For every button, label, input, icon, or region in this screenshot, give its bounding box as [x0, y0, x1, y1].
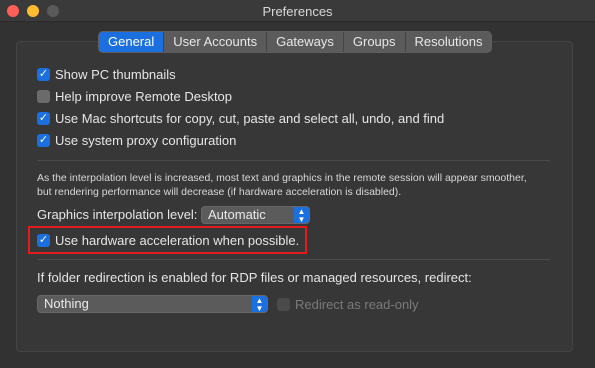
- system-proxy-checkbox[interactable]: ✓: [37, 133, 50, 147]
- chevron-updown-icon: ▲ ▼: [252, 296, 267, 313]
- system-proxy-option[interactable]: ✓ Use system proxy configuration: [37, 131, 236, 149]
- show-thumbnails-option[interactable]: ✓ Show PC thumbnails: [37, 65, 176, 83]
- system-proxy-label: Use system proxy configuration: [55, 132, 237, 148]
- highlight-box: [28, 226, 307, 254]
- folder-redirection-select[interactable]: Nothing ▲ ▼: [37, 295, 268, 313]
- tab-resolutions[interactable]: Resolutions: [406, 32, 492, 52]
- show-thumbnails-checkbox[interactable]: ✓: [37, 67, 50, 81]
- interpolation-row: Graphics interpolation level:: [37, 205, 197, 223]
- read-only-option[interactable]: Redirect as read-only: [277, 295, 419, 313]
- chevron-updown-icon: ▲ ▼: [294, 207, 309, 224]
- interpolation-info-text: As the interpolation level is increased,…: [37, 171, 567, 199]
- mac-shortcuts-option[interactable]: ✓ Use Mac shortcuts for copy, cut, paste…: [37, 109, 444, 127]
- tab-groups[interactable]: Groups: [344, 32, 406, 52]
- folder-redirection-label: If folder redirection is enabled for RDP…: [37, 269, 472, 285]
- folder-redirection-value: Nothing: [44, 296, 89, 311]
- show-thumbnails-label: Show PC thumbnails: [55, 66, 176, 82]
- folder-redirection-row: If folder redirection is enabled for RDP…: [37, 268, 472, 286]
- section-divider: [37, 259, 550, 260]
- title-bar: Preferences: [0, 0, 595, 22]
- tab-general[interactable]: General: [99, 32, 165, 52]
- tab-bar: General User Accounts Gateways Groups Re…: [99, 32, 492, 52]
- read-only-checkbox[interactable]: [277, 297, 290, 311]
- interpolation-info-line: but rendering performance will decrease …: [37, 186, 402, 198]
- mac-shortcuts-checkbox[interactable]: ✓: [37, 111, 50, 125]
- help-improve-checkbox[interactable]: [37, 89, 50, 103]
- tab-user-accounts[interactable]: User Accounts: [164, 32, 268, 52]
- interpolation-level-select[interactable]: Automatic ▲ ▼: [201, 206, 310, 224]
- interpolation-level-value: Automatic: [208, 207, 266, 222]
- preferences-window: Preferences General User Accounts Gatewa…: [0, 0, 595, 368]
- interpolation-info-line: As the interpolation level is increased,…: [37, 172, 527, 184]
- help-improve-label: Help improve Remote Desktop: [55, 88, 233, 104]
- window-title: Preferences: [262, 4, 333, 19]
- read-only-label: Redirect as read-only: [295, 296, 419, 312]
- mac-shortcuts-label: Use Mac shortcuts for copy, cut, paste a…: [55, 110, 445, 126]
- section-divider: [37, 160, 550, 161]
- interpolation-label: Graphics interpolation level:: [37, 206, 198, 222]
- tab-gateways[interactable]: Gateways: [267, 32, 344, 52]
- help-improve-option[interactable]: Help improve Remote Desktop: [37, 87, 232, 105]
